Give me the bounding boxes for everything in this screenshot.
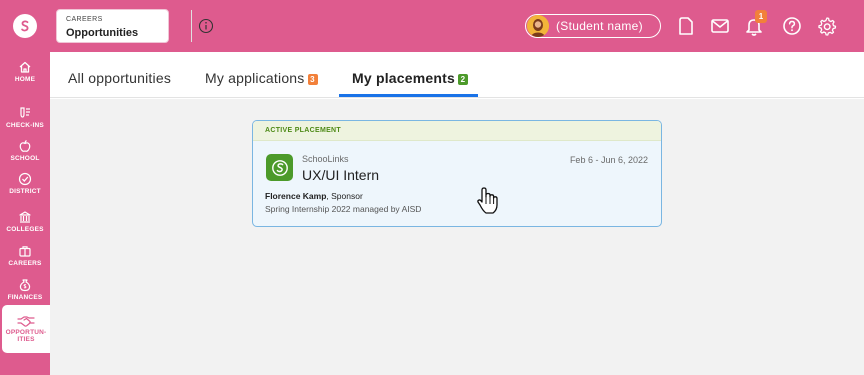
page-title: Opportunities	[66, 27, 139, 39]
student-profile-button[interactable]: (Student name)	[525, 14, 661, 38]
tab-label: My applications	[205, 70, 305, 86]
top-bar: CAREERS Opportunities (Student name) 1	[0, 0, 864, 52]
sidebar: HOME CHECK-INS SCHOOL DISTRICT COLLEGES	[0, 52, 50, 375]
sidebar-item-label: FINANCES	[7, 293, 43, 301]
gear-icon[interactable]	[816, 15, 838, 37]
help-icon[interactable]	[781, 15, 803, 37]
home-icon	[19, 61, 31, 73]
student-name: (Student name)	[556, 19, 643, 33]
tab-my-placements[interactable]: My placements 2	[352, 70, 468, 86]
info-icon[interactable]	[198, 18, 214, 34]
briefcase-icon	[19, 245, 31, 257]
sidebar-item-opportunities[interactable]: OPPORTUN- ITIES	[2, 305, 50, 353]
sidebar-item-label: COLLEGES	[6, 225, 44, 233]
check-ins-icon	[20, 106, 30, 118]
hand-cursor-icon	[477, 187, 498, 214]
schoolinks-logo[interactable]	[0, 0, 50, 52]
tab-bar: All opportunities My applications 3 My pl…	[50, 52, 864, 98]
sidebar-item-label-line1: OPPORTUN-	[5, 329, 47, 336]
sidebar-item-district[interactable]: DISTRICT	[0, 166, 50, 200]
placement-date-range: Feb 6 - Jun 6, 2022	[569, 155, 648, 165]
applications-count-badge: 3	[307, 74, 318, 85]
sidebar-item-label: CAREERS	[8, 259, 42, 267]
money-bag-icon	[19, 278, 31, 291]
tab-all-opportunities[interactable]: All opportunities	[68, 70, 171, 86]
sidebar-item-label: DISTRICT	[9, 187, 41, 195]
sidebar-item-school[interactable]: SCHOOL	[0, 133, 50, 167]
mail-icon[interactable]	[709, 15, 731, 37]
sidebar-item-finances[interactable]: FINANCES	[0, 272, 50, 306]
sponsor-line: Florence Kamp, Sponsor	[265, 191, 363, 201]
active-tab-indicator	[339, 94, 478, 97]
sponsor-name: Florence Kamp	[265, 191, 327, 201]
breadcrumb-section: CAREERS	[66, 16, 103, 23]
main-content: ACTIVE PLACEMENT SchooLinks UX/UI Intern…	[50, 99, 864, 375]
organization-logo	[266, 154, 293, 181]
sidebar-item-label: OPPORTUN- ITIES	[6, 329, 47, 343]
breadcrumb: CAREERS Opportunities	[56, 9, 214, 43]
schoolinks-logo-icon	[271, 159, 288, 176]
schoolinks-logo-icon	[13, 14, 37, 38]
tab-label: My placements	[352, 70, 455, 86]
program-description: Spring Internship 2022 managed by AISD	[265, 204, 422, 214]
sidebar-item-home[interactable]: HOME	[0, 54, 50, 88]
sidebar-item-label: CHECK-INS	[6, 121, 44, 129]
sidebar-item-label-line2: ITIES	[17, 336, 35, 343]
placement-title: UX/UI Intern	[302, 167, 380, 183]
sidebar-item-colleges[interactable]: COLLEGES	[0, 204, 50, 238]
organization-name: SchooLinks	[302, 154, 349, 164]
tab-my-applications[interactable]: My applications 3	[205, 70, 318, 86]
apple-icon	[19, 139, 31, 152]
breadcrumb-divider	[191, 10, 192, 42]
sidebar-item-label: HOME	[14, 75, 36, 83]
sidebar-item-check-ins[interactable]: CHECK-INS	[0, 100, 50, 134]
placements-count-badge: 2	[457, 74, 468, 85]
district-icon	[18, 172, 32, 185]
sidebar-item-label: SCHOOL	[10, 154, 40, 162]
placement-status-header: ACTIVE PLACEMENT	[253, 121, 661, 141]
placement-status-label: ACTIVE PLACEMENT	[265, 127, 341, 134]
notification-badge: 1	[755, 10, 767, 23]
avatar	[527, 15, 549, 37]
placement-card[interactable]: ACTIVE PLACEMENT SchooLinks UX/UI Intern…	[252, 120, 662, 227]
tab-label: All opportunities	[68, 70, 172, 86]
sponsor-role: , Sponsor	[326, 191, 363, 201]
college-icon	[19, 210, 31, 223]
sidebar-item-careers[interactable]: CAREERS	[0, 238, 50, 272]
handshake-icon	[17, 316, 35, 327]
document-icon[interactable]	[675, 15, 697, 37]
